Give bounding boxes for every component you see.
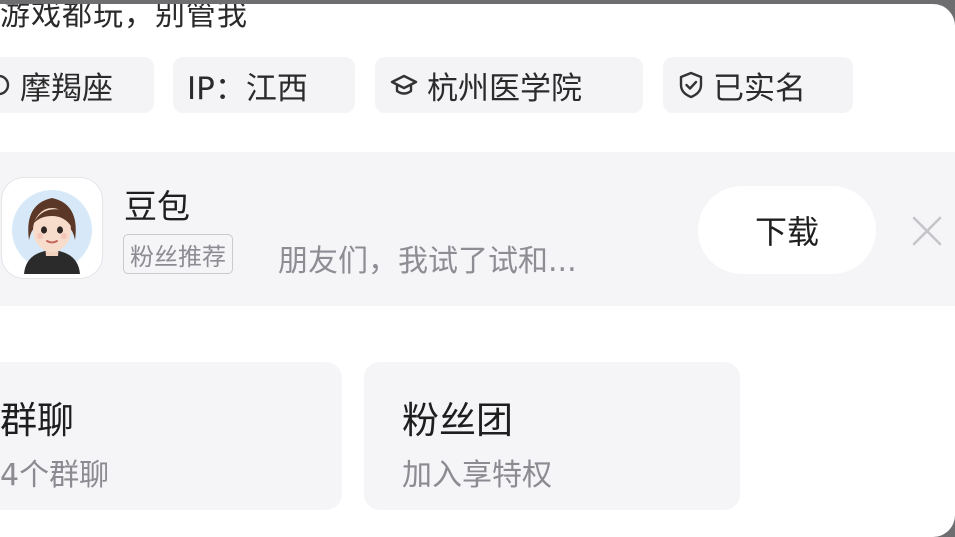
tag-school[interactable]: 杭州医学院 bbox=[375, 57, 643, 113]
tag-zodiac[interactable]: 摩羯座 bbox=[0, 57, 154, 113]
fan-club-card[interactable]: 粉丝团 加入享特权 bbox=[364, 362, 740, 510]
zodiac-icon bbox=[0, 72, 12, 98]
graduation-cap-icon bbox=[389, 70, 419, 100]
doubao-app-icon bbox=[2, 178, 102, 278]
group-chat-card[interactable]: 群聊 4个群聊 bbox=[0, 362, 342, 510]
tag-ip-location[interactable]: IP：江西 bbox=[173, 57, 355, 113]
shield-check-icon bbox=[677, 70, 705, 100]
fan-club-title: 粉丝团 bbox=[402, 399, 513, 442]
app-name: 豆包 bbox=[124, 187, 190, 226]
app-promo-banner[interactable]: 豆包 粉丝推荐 朋友们，我试了试和... 下载 bbox=[0, 152, 955, 306]
tag-school-label: 杭州医学院 bbox=[427, 70, 582, 107]
tag-verified-label: 已实名 bbox=[713, 70, 806, 107]
profile-card: 游戏都玩，别管我 摩羯座 IP：江西 杭州医学院 已实名 豆包 粉丝推荐 朋友们… bbox=[0, 4, 955, 537]
fan-recommend-badge: 粉丝推荐 bbox=[123, 234, 233, 274]
profile-bio: 游戏都玩，别管我 bbox=[0, 4, 248, 33]
close-icon[interactable] bbox=[906, 210, 948, 252]
tag-ip-label: IP：江西 bbox=[187, 70, 308, 107]
download-button[interactable]: 下载 bbox=[698, 186, 876, 274]
tag-zodiac-label: 摩羯座 bbox=[20, 70, 113, 107]
group-chat-title: 群聊 bbox=[0, 399, 74, 442]
group-chat-count: 4个群聊 bbox=[0, 458, 110, 493]
fan-club-subtitle: 加入享特权 bbox=[402, 458, 552, 493]
promo-description: 朋友们，我试了试和... bbox=[278, 244, 577, 279]
tag-verified[interactable]: 已实名 bbox=[663, 57, 853, 113]
